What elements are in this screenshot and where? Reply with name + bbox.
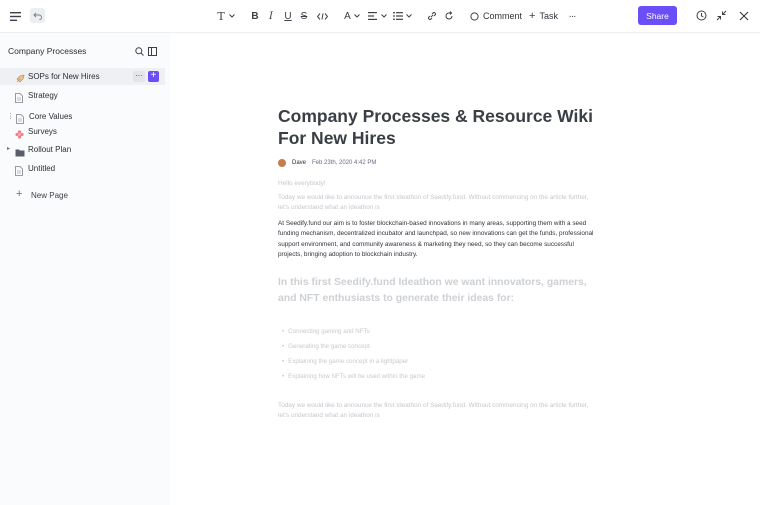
drag-handle[interactable]: ⋮ [7, 112, 14, 120]
link-icon [428, 12, 436, 20]
author-name: Dave [292, 160, 307, 166]
list-item[interactable]: Connecting gaming and NFTs [282, 328, 370, 335]
sidebar-item-rollout-plan[interactable]: ▸ Rollout Plan [0, 141, 165, 158]
task-button[interactable]: + Task [529, 9, 563, 23]
new-page-label: New Page [31, 191, 68, 200]
sidebar: Company Processes SOPs for New Hires ···… [0, 33, 170, 505]
history-button[interactable] [695, 9, 708, 22]
chevron-down-icon [228, 14, 235, 18]
search-icon [135, 47, 144, 56]
bold-button[interactable]: B [250, 9, 260, 23]
document-area[interactable]: Company Processes & Resource Wiki For Ne… [170, 33, 760, 505]
sidebar-item-label: Strategy [28, 91, 58, 100]
add-subpage-button[interactable]: + [148, 71, 159, 82]
chevron-down-icon [353, 14, 360, 18]
greeting-paragraph[interactable]: Hello everybody! [278, 179, 598, 189]
comment-icon [470, 11, 479, 21]
close-button[interactable] [737, 9, 750, 22]
text-icon: T [217, 9, 225, 23]
sidebar-toggle-button[interactable] [147, 46, 158, 57]
body-paragraph[interactable]: At Seedify.fund our aim is to foster blo… [278, 219, 598, 261]
document-icon [15, 163, 25, 176]
hamburger-menu-icon[interactable] [9, 10, 21, 22]
undo-button[interactable] [30, 8, 45, 23]
list-item[interactable]: Generating the game concept [282, 343, 370, 350]
comment-button[interactable]: Comment [470, 9, 524, 23]
collapse-button[interactable] [715, 9, 728, 22]
sidebar-item-label: Surveys [28, 127, 57, 136]
flower-icon [15, 126, 25, 139]
document-icon [15, 90, 25, 103]
avatar [278, 159, 286, 167]
mention-button[interactable] [443, 9, 455, 23]
align-dropdown[interactable] [367, 9, 387, 23]
close-icon [739, 11, 748, 20]
item-more-button[interactable]: ··· [133, 71, 145, 82]
page-title[interactable]: Company Processes & Resource Wiki For Ne… [278, 105, 598, 149]
text-color-dropdown[interactable]: A [342, 9, 362, 23]
plus-icon: + [529, 10, 536, 22]
link-button[interactable] [426, 9, 438, 23]
search-button[interactable] [134, 46, 145, 57]
text-format-dropdown[interactable]: T [214, 9, 238, 23]
document-date: Feb 23th, 2020 4:42 PM [312, 160, 377, 166]
sidebar-item-label: SOPs for New Hires [28, 72, 100, 81]
refresh-icon [445, 11, 453, 20]
chevron-down-icon [405, 14, 412, 18]
sidebar-item-untitled[interactable]: Untitled [0, 160, 165, 177]
chevron-down-icon [380, 14, 387, 18]
new-page-button[interactable]: + New Page [0, 187, 165, 204]
font-color-icon: A [344, 10, 351, 22]
rocket-icon [15, 71, 25, 83]
more-options-button[interactable]: ··· [566, 9, 578, 23]
sidebar-item-label: Untitled [28, 164, 56, 173]
top-toolbar: T B I U S A Comment + Task ··· Share [0, 0, 760, 32]
section-heading[interactable]: In this first Seedify.fund Ideathon we w… [278, 275, 608, 307]
sidebar-item-sops[interactable]: SOPs for New Hires ··· + [0, 68, 165, 85]
expand-caret-icon[interactable]: ▸ [7, 145, 10, 152]
align-left-icon [367, 12, 377, 20]
folder-icon [15, 144, 25, 157]
list-item[interactable]: Explaining the game concept in a lightpa… [282, 358, 408, 365]
outro-paragraph[interactable]: Today we would like to announce the firs… [278, 401, 598, 422]
sidebar-item-surveys[interactable]: Surveys [0, 123, 165, 140]
sidebar-item-label: Rollout Plan [28, 145, 72, 154]
sidebar-item-strategy[interactable]: Strategy [0, 87, 165, 104]
collapse-icon [716, 10, 727, 21]
comment-label: Comment [483, 11, 523, 21]
history-icon [696, 10, 707, 21]
strikethrough-button[interactable]: S [299, 9, 309, 23]
document-meta: Dave Feb 23th, 2020 4:42 PM [278, 159, 376, 167]
undo-icon [33, 12, 42, 20]
sidebar-item-label: Core Values [29, 112, 73, 121]
list-dropdown[interactable] [392, 9, 412, 23]
sidebar-title: Company Processes [8, 46, 87, 56]
bullet-list-icon [392, 12, 403, 20]
task-label: Task [539, 11, 558, 21]
share-button[interactable]: Share [638, 6, 677, 25]
list-item[interactable]: Explaining how NFTs will be used within … [282, 373, 425, 380]
code-button[interactable] [316, 9, 328, 23]
plus-icon: + [16, 188, 23, 200]
ellipsis-icon: ··· [568, 10, 577, 22]
italic-button[interactable]: I [266, 9, 276, 23]
sidebar-toggle-icon [148, 47, 157, 56]
document-icon [16, 111, 26, 124]
intro-paragraph[interactable]: Today we would like to announce the firs… [278, 193, 598, 214]
code-icon [316, 12, 328, 20]
underline-button[interactable]: U [283, 9, 293, 23]
share-label: Share [646, 10, 669, 21]
